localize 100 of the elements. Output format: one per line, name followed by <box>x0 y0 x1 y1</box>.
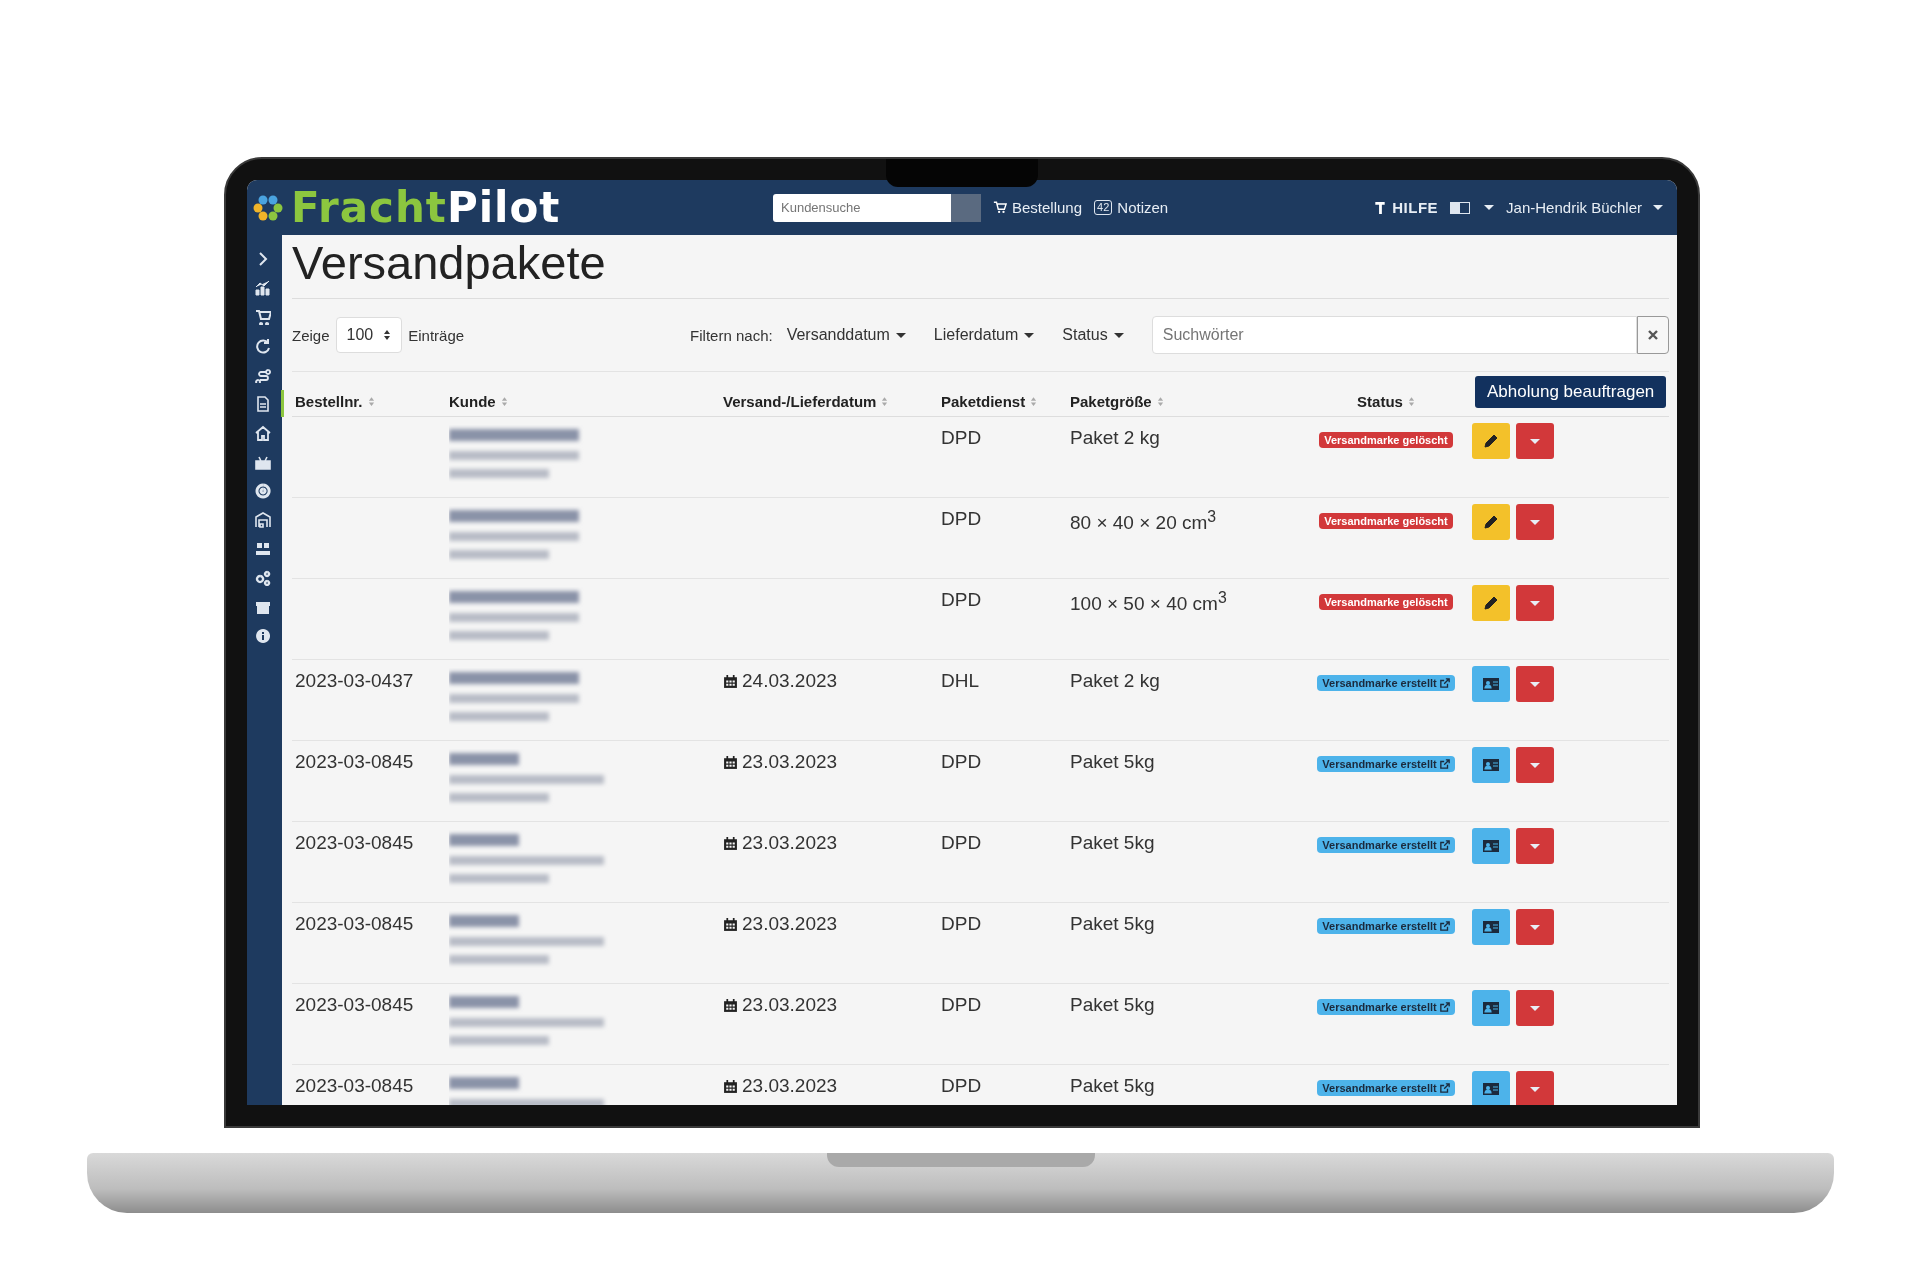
column-header[interactable]: Kunde <box>449 393 508 410</box>
calendar-icon <box>723 835 738 851</box>
show-label: Zeige <box>292 326 330 344</box>
column-header[interactable]: Versand-/Lieferdatum <box>723 393 889 410</box>
status-link[interactable]: Versandmarke erstellt <box>1317 756 1455 772</box>
carrier-name: DHL <box>941 670 979 691</box>
package-size: Paket 5kg <box>1070 832 1155 853</box>
brand-logo[interactable]: FrachtPilot <box>253 183 761 232</box>
language-icon <box>1450 201 1471 214</box>
status-link[interactable]: Versandmarke erstellt <box>1317 675 1455 691</box>
column-header[interactable]: Status <box>1357 393 1415 410</box>
label-button[interactable] <box>1472 990 1510 1026</box>
external-link-icon <box>1439 1002 1450 1012</box>
pencil-icon <box>1483 514 1499 530</box>
home-icon <box>255 424 271 441</box>
order-number: 2023-03-0845 <box>295 913 414 934</box>
external-link-icon <box>1439 678 1450 688</box>
status-badge: Versandmarke gelöscht <box>1319 513 1453 529</box>
sort-icon <box>1156 396 1164 407</box>
info-icon <box>255 627 271 644</box>
carrier-name: DPD <box>941 1075 982 1096</box>
order-number: 2023-03-0845 <box>295 1075 414 1096</box>
sort-icon <box>1030 396 1038 407</box>
help-link[interactable]: HILFE <box>1373 199 1439 216</box>
package-size: 80 × 40 × 20 cm$^{3}$ <box>1070 512 1217 534</box>
route-icon <box>255 366 271 383</box>
status-badge: Versandmarke gelöscht <box>1319 594 1453 610</box>
shipping-date: 24.03.2023 <box>723 670 938 692</box>
carrier-name: DPD <box>941 751 982 772</box>
calendar-icon <box>723 916 738 932</box>
id-card-icon <box>1482 1082 1500 1096</box>
order-number: 2023-03-0437 <box>295 670 414 691</box>
column-header[interactable]: Paketgröße <box>1070 393 1164 410</box>
page-size-select[interactable]: 100 <box>335 317 403 353</box>
chart-icon <box>255 279 271 296</box>
sort-icon <box>881 396 889 407</box>
gears-icon <box>255 569 271 586</box>
id-card-icon <box>1482 920 1500 934</box>
id-card-icon <box>1482 839 1500 853</box>
id-card-icon <box>1482 1001 1500 1015</box>
shipping-date: 23.03.2023 <box>723 994 938 1016</box>
calendar-icon <box>723 1078 738 1094</box>
package-size: Paket 5kg <box>1070 994 1155 1015</box>
close-icon <box>1647 329 1659 341</box>
order-link[interactable]: Bestellung <box>993 199 1083 216</box>
filter-dropdown[interactable]: Versanddatum <box>786 326 906 344</box>
status-link[interactable]: Versandmarke erstellt <box>1317 918 1455 934</box>
order-number: 2023-03-0845 <box>295 994 414 1015</box>
cart-icon <box>993 200 1007 215</box>
shipping-date: 23.03.2023 <box>723 832 938 854</box>
edit-button[interactable] <box>1472 585 1510 621</box>
column-header[interactable]: Bestellnr. <box>295 393 375 410</box>
filter-label: Filtern nach: <box>690 326 773 344</box>
pencil-icon <box>1483 595 1499 611</box>
notes-link[interactable]: 42 Notizen <box>1094 199 1169 216</box>
label-button[interactable] <box>1472 747 1510 783</box>
clear-button[interactable] <box>1637 316 1669 354</box>
customer-search-field[interactable]: Kundensuche <box>773 193 951 222</box>
language-menu[interactable] <box>1450 201 1495 214</box>
filter-dropdown[interactable]: Status <box>1062 326 1124 344</box>
order-number: 2023-03-0845 <box>295 832 414 853</box>
id-card-icon <box>1482 758 1500 772</box>
request-pickup-button[interactable]: Abholung beauftragen <box>1475 376 1667 408</box>
status-link[interactable]: Versandmarke erstellt <box>1317 1080 1455 1096</box>
external-link-icon <box>1439 1083 1450 1093</box>
external-link-icon <box>1439 921 1450 931</box>
warehouse-icon <box>255 511 271 528</box>
user-menu[interactable]: Jan-Hendrik Büchler <box>1506 199 1663 216</box>
sort-arrows-icon <box>383 329 392 341</box>
package-size: Paket 5kg <box>1070 913 1155 934</box>
carrier-name: DPD <box>941 589 982 610</box>
shipping-date: 23.03.2023 <box>723 751 938 773</box>
sort-icon <box>500 396 508 407</box>
cog-icon <box>255 482 271 499</box>
label-button[interactable] <box>1472 1071 1510 1105</box>
edit-button[interactable] <box>1472 504 1510 540</box>
order-number: 2023-03-0845 <box>295 751 414 772</box>
carrier-name: DPD <box>941 913 982 934</box>
id-card-icon <box>1482 677 1500 691</box>
package-size: Paket 5kg <box>1070 1075 1155 1096</box>
label-button[interactable] <box>1472 828 1510 864</box>
cart-icon <box>255 308 271 325</box>
calendar-icon <box>723 997 738 1013</box>
filter-dropdown[interactable]: Lieferdatum <box>933 326 1035 344</box>
carrier-name: DPD <box>941 427 982 448</box>
column-header[interactable]: Paketdienst <box>941 393 1038 410</box>
label-button[interactable] <box>1472 666 1510 702</box>
status-link[interactable]: Versandmarke erstellt <box>1317 837 1455 853</box>
package-size: Paket 2 kg <box>1070 427 1160 448</box>
status-link[interactable]: Versandmarke erstellt <box>1317 999 1455 1015</box>
page-title: Versandpakete <box>292 235 1669 299</box>
help-icon <box>1373 200 1388 215</box>
label-button[interactable] <box>1472 909 1510 945</box>
pencil-icon <box>1483 433 1499 449</box>
edit-button[interactable] <box>1472 423 1510 459</box>
keyword-search-field[interactable]: Suchwörter <box>1151 316 1637 354</box>
calendar-icon <box>723 673 738 689</box>
shipping-date: 23.03.2023 <box>723 1075 938 1097</box>
carrier-name: DPD <box>941 508 982 529</box>
external-link-icon <box>1439 759 1450 769</box>
